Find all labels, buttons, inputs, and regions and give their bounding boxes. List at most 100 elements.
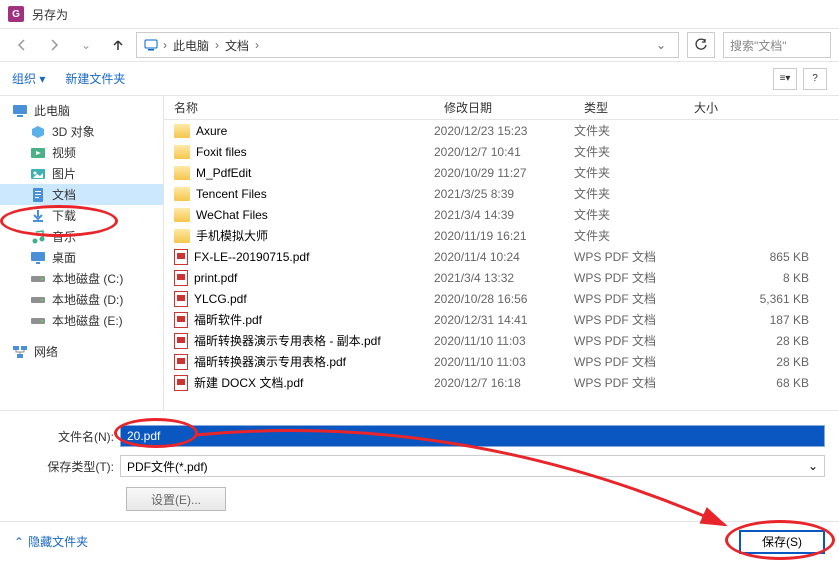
file-type: 文件夹 — [574, 143, 684, 160]
file-date: 2021/3/4 14:39 — [434, 208, 574, 222]
file-row[interactable]: Tencent Files2021/3/25 8:39文件夹 — [164, 183, 839, 204]
chevron-right-icon: › — [255, 38, 259, 52]
filetype-value: PDF文件(*.pdf) — [127, 458, 208, 475]
folder-icon — [174, 229, 190, 243]
file-name: WeChat Files — [196, 208, 268, 222]
up-button[interactable] — [104, 32, 132, 58]
search-placeholder: 搜索"文档" — [730, 37, 787, 54]
breadcrumb[interactable]: › 此电脑 › 文档 › ⌄ — [136, 32, 679, 58]
pdf-icon — [174, 354, 188, 370]
save-button[interactable]: 保存(S) — [739, 530, 825, 554]
file-date: 2020/10/28 16:56 — [434, 292, 574, 306]
help-button[interactable]: ? — [803, 68, 827, 90]
col-type[interactable]: 类型 — [574, 99, 684, 116]
forward-button[interactable] — [40, 32, 68, 58]
refresh-button[interactable] — [687, 32, 715, 58]
file-row[interactable]: 福昕转换器演示专用表格 - 副本.pdf2020/11/10 11:03WPS … — [164, 330, 839, 351]
sidebar-item-label: 网络 — [34, 343, 58, 360]
file-row[interactable]: Axure2020/12/23 15:23文件夹 — [164, 120, 839, 141]
chevron-down-icon[interactable]: ⌄ — [650, 38, 672, 52]
filename-label: 文件名(N): — [14, 428, 120, 445]
sidebar-item-3d[interactable]: 3D 对象 — [0, 121, 163, 142]
file-size: 5,361 KB — [684, 292, 839, 306]
sidebar-item-dl[interactable]: 下载 — [0, 205, 163, 226]
hide-folders-button[interactable]: ⌃ 隐藏文件夹 — [14, 533, 88, 550]
sidebar-item-desk[interactable]: 桌面 — [0, 247, 163, 268]
new-folder-button[interactable]: 新建文件夹 — [65, 70, 125, 87]
file-name: 手机模拟大师 — [196, 227, 268, 244]
file-row[interactable]: 手机模拟大师2020/11/19 16:21文件夹 — [164, 225, 839, 246]
file-date: 2020/11/4 10:24 — [434, 250, 574, 264]
file-name: Axure — [196, 124, 227, 138]
file-row[interactable]: 新建 DOCX 文档.pdf2020/12/7 16:18WPS PDF 文档6… — [164, 372, 839, 393]
column-headers[interactable]: 名称 修改日期 类型 大小 — [164, 96, 839, 120]
disk-icon — [30, 292, 46, 308]
file-name: print.pdf — [194, 271, 237, 285]
dl-icon — [30, 208, 46, 224]
sidebar-item-video[interactable]: 视频 — [0, 142, 163, 163]
file-row[interactable]: Foxit files 2020/12/7 10:41文件夹 — [164, 141, 839, 162]
search-input[interactable]: 搜索"文档" — [723, 32, 831, 58]
recent-dropdown[interactable]: ⌄ — [72, 32, 100, 58]
sidebar-item-pc[interactable]: 此电脑 — [0, 100, 163, 121]
refresh-icon — [694, 38, 708, 52]
file-name: Foxit files — [196, 145, 247, 159]
filetype-label: 保存类型(T): — [14, 458, 120, 475]
pc-icon — [143, 37, 159, 53]
sidebar-item-disk[interactable]: 本地磁盘 (D:) — [0, 289, 163, 310]
arrow-left-icon — [15, 38, 29, 52]
sidebar-item-label: 此电脑 — [34, 102, 70, 119]
col-date[interactable]: 修改日期 — [434, 99, 574, 116]
sidebar-item-music[interactable]: 音乐 — [0, 226, 163, 247]
file-list[interactable]: Axure2020/12/23 15:23文件夹 Foxit files 2020/… — [164, 120, 839, 410]
file-size: 68 KB — [684, 376, 839, 390]
3d-icon — [30, 124, 46, 140]
file-row[interactable]: 福昕转换器演示专用表格.pdf2020/11/10 11:03WPS PDF 文… — [164, 351, 839, 372]
col-size[interactable]: 大小 — [684, 99, 839, 116]
filename-input[interactable]: 20.pdf — [120, 425, 825, 447]
file-row[interactable]: YLCG.pdf2020/10/28 16:56WPS PDF 文档5,361 … — [164, 288, 839, 309]
sidebar-item-disk[interactable]: 本地磁盘 (C:) — [0, 268, 163, 289]
sidebar-item-disk[interactable]: 本地磁盘 (E:) — [0, 310, 163, 331]
organize-menu[interactable]: 组织 ▾ — [12, 70, 45, 87]
pc-icon — [12, 103, 28, 119]
col-name[interactable]: 名称 — [164, 99, 434, 116]
sidebar-item-net[interactable]: 网络 — [0, 341, 163, 362]
settings-button[interactable]: 设置(E)... — [126, 487, 226, 511]
pdf-icon — [174, 375, 188, 391]
filetype-select[interactable]: PDF文件(*.pdf) ⌄ — [120, 455, 825, 477]
file-size: 187 KB — [684, 313, 839, 327]
doc-icon — [30, 187, 46, 203]
file-size: 28 KB — [684, 355, 839, 369]
sidebar: 此电脑 3D 对象视频图片文档下载音乐桌面本地磁盘 (C:)本地磁盘 (D:)本地… — [0, 96, 164, 410]
view-mode-button[interactable]: ≡▾ — [773, 68, 797, 90]
pdf-icon — [174, 333, 188, 349]
folder-icon — [174, 124, 190, 138]
file-name: M_PdfEdit — [196, 166, 251, 180]
file-type: 文件夹 — [574, 206, 684, 223]
file-name: 福昕转换器演示专用表格.pdf — [194, 353, 346, 370]
file-row[interactable]: FX-LE--20190715.pdf2020/11/4 10:24WPS PD… — [164, 246, 839, 267]
sidebar-item-label: 视频 — [52, 144, 76, 161]
sidebar-item-label: 桌面 — [52, 249, 76, 266]
file-row[interactable]: WeChat Files 2021/3/4 14:39文件夹 — [164, 204, 839, 225]
file-date: 2020/12/7 10:41 — [434, 145, 574, 159]
chevron-down-icon: ⌄ — [808, 459, 818, 473]
file-row[interactable]: print.pdf2021/3/4 13:32WPS PDF 文档8 KB — [164, 267, 839, 288]
file-size: 28 KB — [684, 334, 839, 348]
breadcrumb-seg[interactable]: 此电脑 — [171, 37, 211, 54]
sidebar-item-doc[interactable]: 文档 — [0, 184, 163, 205]
file-name: 福昕软件.pdf — [194, 311, 262, 328]
app-icon: G — [8, 6, 24, 22]
arrow-up-icon — [111, 38, 125, 52]
pdf-icon — [174, 249, 188, 265]
sidebar-item-label: 音乐 — [52, 228, 76, 245]
file-type: WPS PDF 文档 — [574, 248, 684, 265]
breadcrumb-seg[interactable]: 文档 — [223, 37, 251, 54]
file-row[interactable]: 福昕软件.pdf2020/12/31 14:41WPS PDF 文档187 KB — [164, 309, 839, 330]
back-button[interactable] — [8, 32, 36, 58]
file-row[interactable]: M_PdfEdit2020/10/29 11:27文件夹 — [164, 162, 839, 183]
pdf-icon — [174, 291, 188, 307]
file-date: 2020/10/29 11:27 — [434, 166, 574, 180]
sidebar-item-pic[interactable]: 图片 — [0, 163, 163, 184]
